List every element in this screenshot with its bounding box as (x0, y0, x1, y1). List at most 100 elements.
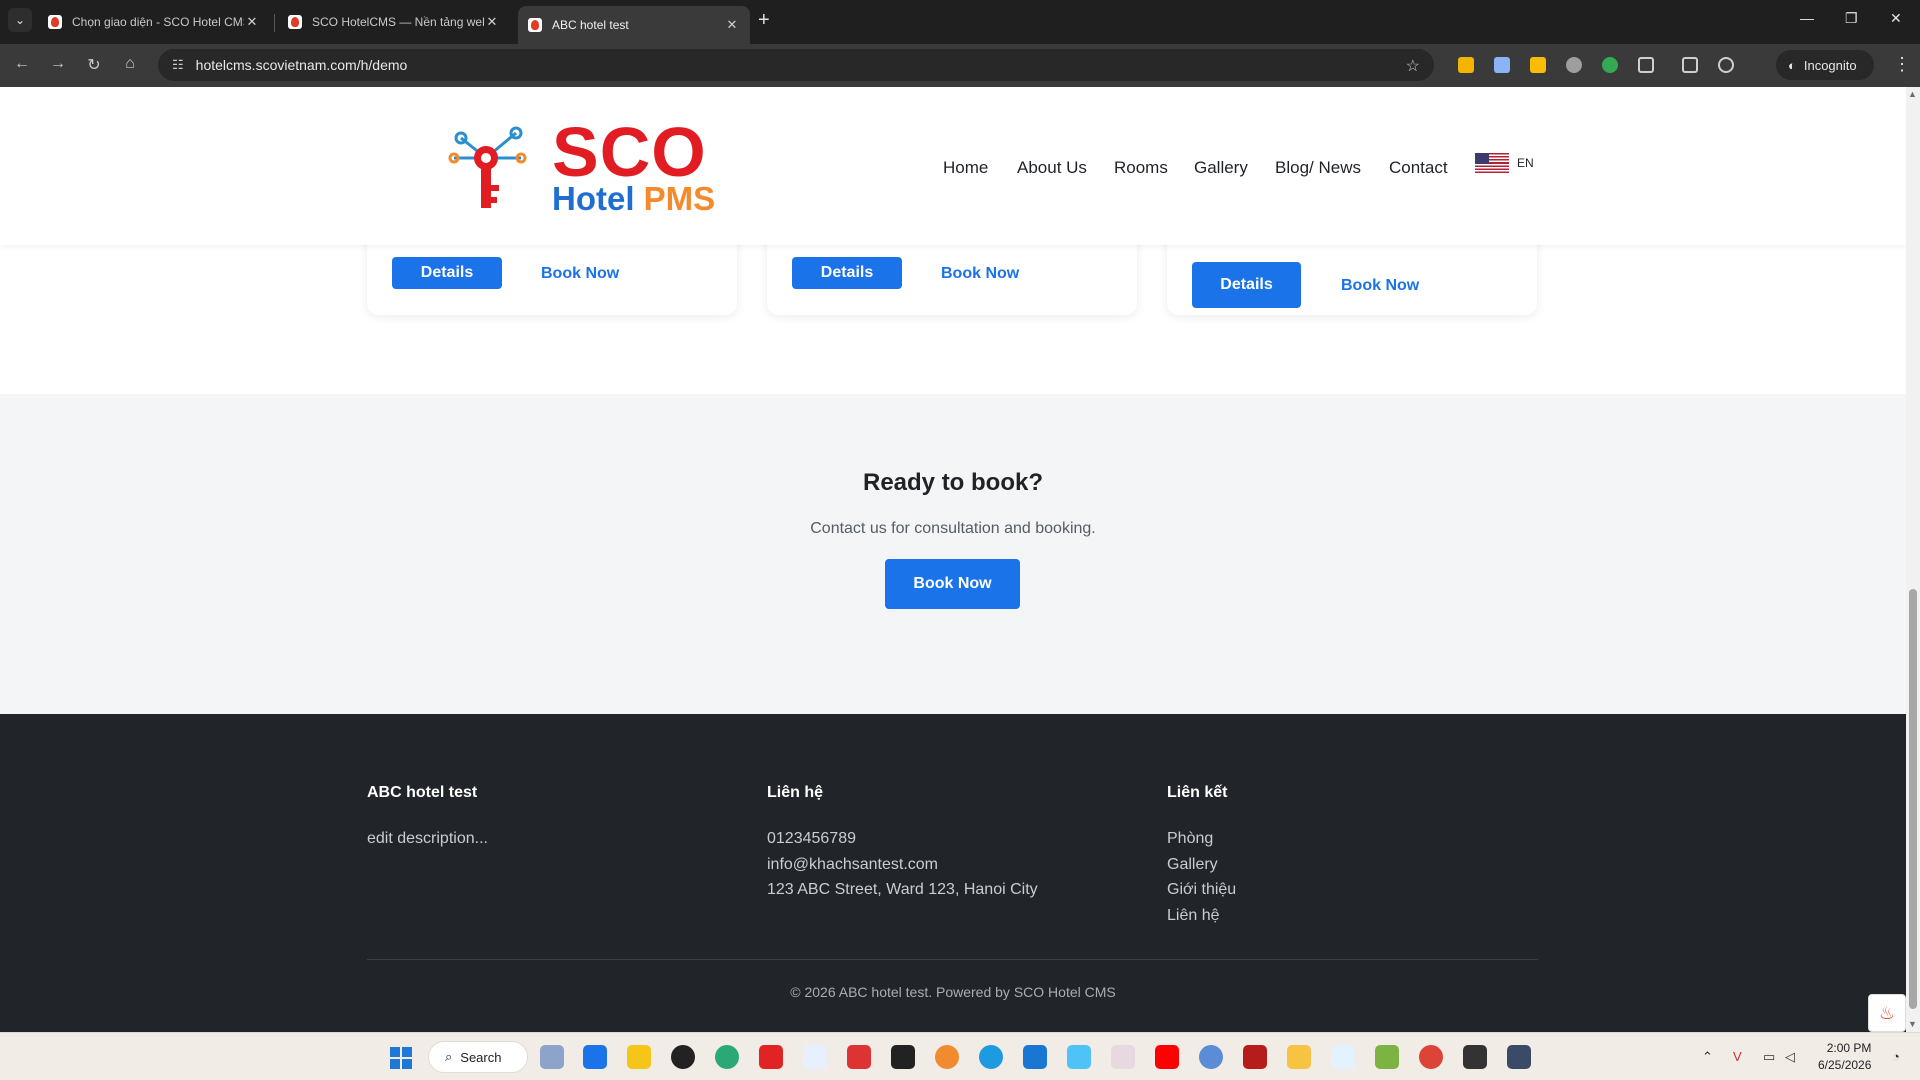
browser-menu-icon[interactable]: ⋮ (1893, 54, 1911, 75)
minimize-icon[interactable]: — (1800, 10, 1814, 26)
tray-vietkey-icon[interactable]: V (1733, 1049, 1742, 1064)
app-tool-icon[interactable] (1111, 1045, 1135, 1069)
tray-overflow-icon[interactable]: ⌃ (1702, 1049, 1713, 1065)
app-browser-icon[interactable] (979, 1045, 1003, 1069)
browser-tab-2[interactable]: SCO HotelCMS — Nền tảng website ✕ (278, 6, 510, 38)
app-claude-icon[interactable] (935, 1045, 959, 1069)
app-vscode-icon[interactable] (1023, 1045, 1047, 1069)
taskbar-search-label: Search (460, 1049, 502, 1065)
restore-icon[interactable]: ❐ (1845, 10, 1858, 27)
taskbar-search[interactable]: ⌕ Search (428, 1041, 528, 1073)
app-chrome-icon[interactable] (1419, 1045, 1443, 1069)
app-snipping-icon[interactable] (847, 1045, 871, 1069)
app-spreadsheet-icon[interactable] (1375, 1045, 1399, 1069)
details-button[interactable]: Details (392, 257, 502, 289)
footer-link-rooms[interactable]: Phòng (1167, 826, 1236, 852)
extension-green-icon[interactable] (1602, 57, 1618, 73)
nav-home[interactable]: Home (943, 158, 988, 178)
tray-network-icon[interactable]: ▭ (1763, 1049, 1775, 1065)
taskbar-clock[interactable]: 2:00 PM 6/25/2026 (1818, 1040, 1871, 1074)
bookmark-star-icon[interactable]: ☆ (1406, 56, 1420, 76)
details-button[interactable]: Details (792, 257, 902, 289)
language-switcher[interactable]: EN (1475, 153, 1534, 173)
extensions-puzzle-icon[interactable] (1638, 57, 1654, 73)
book-now-link[interactable]: Book Now (541, 265, 619, 283)
book-now-link[interactable]: Book Now (1341, 277, 1419, 295)
app-clickup-icon[interactable] (540, 1045, 564, 1069)
footer-link-about[interactable]: Giới thiệu (1167, 877, 1236, 903)
reload-icon[interactable]: ↻ (84, 55, 104, 75)
app-cloud-icon[interactable] (1199, 1045, 1223, 1069)
app-recorder-icon[interactable] (671, 1045, 695, 1069)
address-bar[interactable]: ☷ hotelcms.scovietnam.com/h/demo ☆ (158, 49, 1434, 81)
page-viewport: Details Book Now Details Book Now Detail… (0, 87, 1906, 1032)
new-tab-icon[interactable]: + (758, 10, 770, 30)
extension-camera-icon[interactable] (1566, 57, 1582, 73)
tab-search-button[interactable]: ⌄ (8, 8, 32, 32)
notifications-icon[interactable]: ◔ (1892, 1049, 1900, 1064)
tab-title: Chọn giao diện - SCO Hotel CMS (72, 15, 244, 29)
back-icon[interactable]: ← (12, 55, 32, 73)
app-youtube-icon[interactable] (1155, 1045, 1179, 1069)
page-scrollbar[interactable]: ▲ ▼ (1906, 87, 1920, 1032)
extension-keep-icon[interactable] (1458, 57, 1474, 73)
footer-link-contact[interactable]: Liên hệ (1167, 903, 1236, 929)
incognito-badge[interactable]: ◐ Incognito (1776, 50, 1874, 80)
logo-hotel-text: Hotel (552, 180, 635, 217)
footer-about-column: ABC hotel test edit description... (367, 784, 488, 852)
incognito-small-icon[interactable] (1718, 57, 1734, 73)
app-outlook-icon[interactable] (583, 1045, 607, 1069)
browser-tab-1[interactable]: Chọn giao diện - SCO Hotel CMS ✕ (38, 6, 270, 38)
app-mail-icon[interactable] (1067, 1045, 1091, 1069)
app-zalo-icon[interactable] (803, 1045, 827, 1069)
forward-icon[interactable]: → (48, 55, 68, 73)
footer-email[interactable]: info@khachsantest.com (767, 852, 1038, 878)
app-terminal-icon[interactable] (1463, 1045, 1487, 1069)
close-tab-icon[interactable]: ✕ (724, 17, 740, 33)
app-remote-icon[interactable] (1507, 1045, 1531, 1069)
tray-volume-icon[interactable]: ◁ (1785, 1049, 1795, 1065)
logo-wordmark-pms: Hotel PMS (552, 181, 715, 217)
nav-about-us[interactable]: About Us (1017, 158, 1087, 178)
app-sapo-icon[interactable] (759, 1045, 783, 1069)
nav-blog-news[interactable]: Blog/ News (1275, 158, 1361, 178)
footer-heading: ABC hotel test (367, 784, 478, 801)
app-zalo-2-icon[interactable] (1331, 1045, 1355, 1069)
logo-pms-text: PMS (643, 180, 716, 217)
incognito-icon: ◐ (1788, 57, 1796, 73)
app-filezilla-icon[interactable] (1243, 1045, 1267, 1069)
app-notion-icon[interactable] (891, 1045, 915, 1069)
book-now-link[interactable]: Book Now (941, 265, 1019, 283)
app-sticky-notes-icon[interactable] (627, 1045, 651, 1069)
tab-title: SCO HotelCMS — Nền tảng website (312, 15, 484, 29)
extension-card-icon[interactable] (1494, 57, 1510, 73)
close-window-icon[interactable]: ✕ (1890, 10, 1902, 27)
footer-links-column: Liên kết Phòng Gallery Giới thiệu Liên h… (1167, 784, 1236, 928)
cta-book-now-button[interactable]: Book Now (885, 559, 1020, 609)
reading-mode-icon[interactable] (1682, 57, 1698, 73)
home-icon[interactable]: ⌂ (120, 55, 140, 73)
app-file-explorer-icon[interactable] (1287, 1045, 1311, 1069)
nav-rooms[interactable]: Rooms (1114, 158, 1168, 178)
us-flag-icon (1475, 153, 1509, 173)
app-edge-icon[interactable] (715, 1045, 739, 1069)
site-logo[interactable]: SCO Hotel PMS (446, 113, 726, 217)
windows-start-icon[interactable] (390, 1047, 412, 1069)
footer-link-gallery[interactable]: Gallery (1167, 852, 1236, 878)
url-text: hotelcms.scovietnam.com/h/demo (195, 57, 408, 73)
browser-tab-bar: ⌄ Chọn giao diện - SCO Hotel CMS ✕ SCO H… (0, 0, 1920, 44)
footer-phone[interactable]: 0123456789 (767, 826, 1038, 852)
scroll-down-icon[interactable]: ▼ (1908, 1019, 1917, 1029)
site-info-icon[interactable]: ☷ (172, 57, 184, 73)
nav-gallery[interactable]: Gallery (1194, 158, 1248, 178)
scrollbar-thumb[interactable] (1909, 589, 1917, 1009)
tab-title: ABC hotel test (552, 18, 629, 32)
floating-brand-icon[interactable]: ♨ (1868, 994, 1906, 1032)
close-tab-icon[interactable]: ✕ (244, 14, 260, 30)
extension-seo-icon[interactable] (1530, 57, 1546, 73)
nav-contact[interactable]: Contact (1389, 158, 1448, 178)
close-tab-icon[interactable]: ✕ (484, 14, 500, 30)
scroll-up-icon[interactable]: ▲ (1908, 89, 1917, 99)
details-button[interactable]: Details (1192, 262, 1301, 308)
browser-tab-3-active[interactable]: ABC hotel test ✕ (518, 6, 750, 44)
